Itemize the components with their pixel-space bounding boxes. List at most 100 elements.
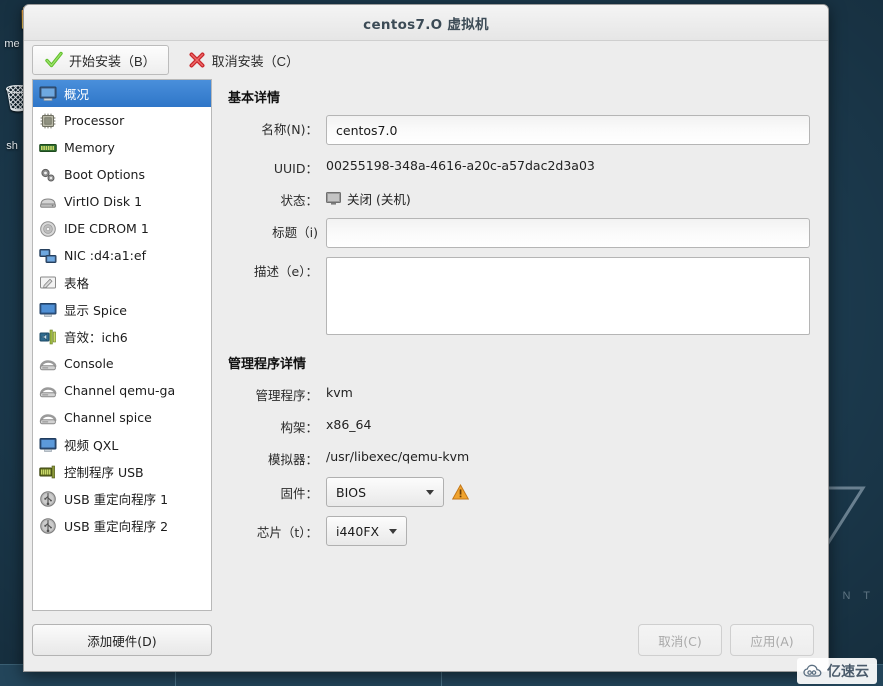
status-row: 状态： 关闭 (关机)	[228, 186, 810, 209]
status-label: 状态：	[280, 193, 318, 208]
hardware-item-10[interactable]: Console	[33, 350, 211, 377]
chevron-down-icon	[426, 489, 434, 495]
usb-icon	[39, 517, 57, 535]
hardware-item-label: 表格	[64, 276, 90, 291]
warning-triangle-icon[interactable]	[452, 484, 469, 500]
name-input[interactable]	[326, 115, 810, 145]
hypervisor-details-heading: 管理程序详情	[228, 357, 307, 372]
hardware-item-label: USB 重定向程序 1	[64, 492, 169, 507]
serial-icon	[39, 382, 57, 400]
description-textarea[interactable]	[326, 257, 810, 335]
hardware-item-3[interactable]: Boot Options	[33, 161, 211, 188]
hardware-item-13[interactable]: 视频 QXL	[33, 431, 211, 458]
title-input[interactable]	[326, 218, 810, 248]
hardware-item-4[interactable]: VirtIO Disk 1	[33, 188, 211, 215]
hardware-item-0[interactable]: 概况	[33, 80, 211, 107]
hardware-item-5[interactable]: IDE CDROM 1	[33, 215, 211, 242]
name-label: 名称(N)：	[261, 122, 318, 137]
hardware-item-label: VirtIO Disk 1	[64, 194, 143, 209]
desktop-icon-label: sh	[6, 140, 18, 152]
hardware-item-7[interactable]: 表格	[33, 269, 211, 296]
hardware-item-label: 音效：ich6	[64, 330, 128, 345]
hardware-item-label: 显示 Spice	[64, 303, 127, 318]
overview-pane: 基本详情 名称(N)： UUID： 00255198-348a-4616-a20…	[222, 79, 820, 619]
hardware-item-9[interactable]: 音效：ich6	[33, 323, 211, 350]
emulator-label: 模拟器：	[267, 452, 318, 467]
hardware-item-label: USB 重定向程序 2	[64, 519, 169, 534]
name-row: 名称(N)：	[228, 115, 810, 145]
vm-details-window: centos7.O 虚拟机 开始安装（B） 取消安装（C） 概况 Processo…	[23, 4, 829, 672]
uuid-label: UUID：	[273, 161, 318, 176]
dialog-body: 概况 Processor Memory Boot Options VirtIO Disk…	[24, 79, 828, 619]
architecture-row: 构架： x86_64	[228, 413, 810, 436]
cancel-installation-button[interactable]: 取消安装（C）	[175, 45, 312, 75]
hardware-item-1[interactable]: Processor	[33, 107, 211, 134]
cloud-icon	[803, 664, 822, 677]
title-label: 标题（i)	[272, 225, 318, 240]
chipset-value: i440FX	[336, 523, 380, 539]
add-hardware-button[interactable]: 添加硬件(D)	[32, 624, 212, 656]
begin-installation-button[interactable]: 开始安装（B）	[32, 45, 169, 75]
hardware-item-label: 视频 QXL	[64, 438, 119, 453]
chevron-down-icon	[389, 528, 398, 534]
architecture-label: 构架：	[280, 420, 318, 435]
firmware-select[interactable]: BIOS	[326, 477, 444, 507]
uuid-row: UUID： 00255198-348a-4616-a20c-a57dac2d3a…	[228, 154, 810, 177]
toolbar: 开始安装（B） 取消安装（C）	[24, 41, 828, 79]
serial-icon	[39, 355, 57, 373]
cancel-button[interactable]: 取消(C)	[638, 624, 722, 656]
watermark: 亿速云	[797, 658, 877, 684]
window-titlebar[interactable]: centos7.O 虚拟机	[24, 5, 828, 41]
window-title: centos7.O 虚拟机	[363, 16, 489, 33]
memory-icon	[39, 139, 57, 157]
hypervisor-row: 管理程序： kvm	[228, 381, 810, 404]
firmware-value: BIOS	[336, 484, 367, 500]
hardware-item-label: Channel spice	[64, 410, 152, 425]
hardware-item-label: IDE CDROM 1	[64, 221, 149, 236]
hardware-item-11[interactable]: Channel qemu-ga	[33, 377, 211, 404]
hardware-item-label: 概况	[64, 87, 90, 102]
hardware-item-15[interactable]: USB 重定向程序 1	[33, 485, 211, 512]
chipset-row: 芯片（t）： i440FX	[228, 516, 810, 546]
tablet-icon	[39, 274, 57, 292]
chipset-select[interactable]: i440FX	[326, 516, 408, 546]
hardware-item-label: Memory	[64, 140, 115, 155]
hardware-item-2[interactable]: Memory	[33, 134, 211, 161]
hardware-item-12[interactable]: Channel spice	[33, 404, 211, 431]
network-icon	[39, 247, 57, 265]
sound-icon	[39, 328, 57, 346]
hardware-item-label: 控制程序 USB	[64, 465, 144, 480]
green-check-icon	[45, 51, 63, 68]
hardware-item-16[interactable]: USB 重定向程序 2	[33, 512, 211, 539]
hypervisor-label: 管理程序：	[255, 388, 318, 403]
hardware-item-14[interactable]: 控制程序 USB	[33, 458, 211, 485]
controller-icon	[39, 463, 57, 481]
emulator-value: /usr/libexec/qemu-kvm	[326, 449, 470, 464]
chipset-label: 芯片（t）：	[256, 524, 318, 540]
hardware-list[interactable]: 概况 Processor Memory Boot Options VirtIO Disk…	[32, 79, 212, 611]
red-x-icon	[189, 52, 205, 68]
cpu-icon	[39, 112, 57, 130]
gears-icon	[39, 166, 57, 184]
usb-icon	[39, 490, 57, 508]
hardware-item-8[interactable]: 显示 Spice	[33, 296, 211, 323]
dialog-footer: 添加硬件(D) 取消(C) 应用(A)	[24, 619, 828, 671]
serial-icon	[39, 409, 57, 427]
firmware-row: 固件： BIOS	[228, 477, 810, 507]
hardware-item-label: Channel qemu-ga	[64, 383, 176, 398]
status-value-group: 关闭 (关机)	[326, 186, 411, 208]
hardware-item-6[interactable]: NIC :d4:a1:ef	[33, 242, 211, 269]
shutoff-monitor-icon	[326, 192, 341, 205]
hardware-item-label: NIC :d4:a1:ef	[64, 248, 146, 263]
monitor-icon	[39, 85, 57, 103]
desktop-icon-label: me	[4, 38, 20, 50]
hardware-item-label: Console	[64, 356, 114, 371]
description-label: 描述（e）：	[254, 264, 318, 279]
title-row: 标题（i)	[228, 218, 810, 248]
emulator-row: 模拟器： /usr/libexec/qemu-kvm	[228, 445, 810, 468]
cancel-installation-label: 取消安装（C）	[211, 53, 300, 69]
firmware-label: 固件：	[280, 485, 318, 501]
display-icon	[39, 301, 57, 319]
status-text: 关闭 (关机)	[347, 192, 411, 207]
apply-button[interactable]: 应用(A)	[730, 624, 814, 656]
